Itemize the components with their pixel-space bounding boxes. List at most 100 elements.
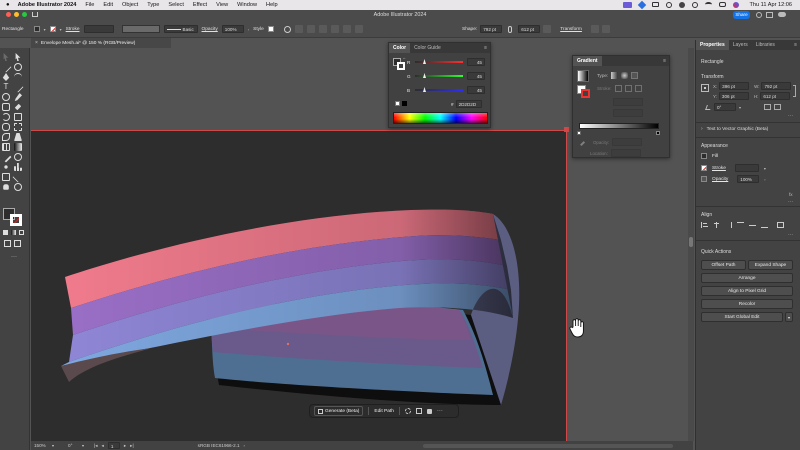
align-vcenter-icon[interactable] — [749, 222, 756, 228]
curvature-tool-icon[interactable] — [14, 73, 22, 81]
gradient-preview[interactable] — [577, 70, 589, 82]
wifi-icon[interactable] — [705, 2, 713, 7]
direct-selection-tool-icon[interactable] — [15, 53, 21, 61]
freeform-gradient-icon[interactable] — [631, 72, 639, 79]
panel-menu-icon[interactable]: ≡ — [794, 42, 797, 48]
gradient-mode-icon[interactable] — [11, 230, 16, 235]
lasso-tool-icon[interactable] — [14, 63, 22, 71]
status-dropdown-icon[interactable]: › — [244, 443, 245, 448]
color-mode-icon[interactable] — [3, 230, 8, 235]
horizontal-scrollbar[interactable] — [423, 443, 673, 448]
ribbon-artwork[interactable] — [31, 130, 567, 441]
angle-field[interactable]: 0° — [714, 103, 736, 111]
gradient-stop-white[interactable] — [577, 131, 581, 135]
global-edit-options-button[interactable]: ▾ — [785, 312, 793, 322]
stroke-dropdown-icon[interactable]: ▾ — [60, 27, 62, 32]
tab-libraries[interactable]: Libraries — [752, 40, 779, 50]
user-icon[interactable] — [679, 2, 686, 8]
h-field[interactable]: 612 pt — [760, 92, 791, 100]
free-transform-tool-icon[interactable] — [14, 123, 22, 131]
align-top-edges-icon[interactable] — [737, 222, 744, 228]
panel-toggle-icon[interactable] — [766, 12, 773, 18]
zoom-tool-icon[interactable] — [14, 183, 22, 191]
gradient-opacity-field[interactable] — [612, 138, 643, 146]
blend-tool-icon[interactable] — [14, 153, 22, 161]
cloud-icon[interactable] — [778, 12, 786, 17]
artboard-number[interactable]: 1 — [107, 442, 120, 449]
variable-width-field[interactable] — [121, 25, 160, 33]
panel-menu-icon[interactable]: ≡ — [484, 45, 487, 51]
hand-tool-icon[interactable] — [3, 184, 9, 190]
first-artboard-icon[interactable]: |◂ — [94, 443, 98, 449]
rotate-tool-icon[interactable] — [2, 113, 10, 121]
more-options-icon[interactable]: ··· — [788, 232, 793, 238]
align-hcenter-icon[interactable] — [713, 222, 720, 228]
radial-gradient-icon[interactable] — [621, 72, 629, 79]
dropbox-icon[interactable] — [638, 0, 647, 10]
eyedropper-icon[interactable] — [577, 138, 586, 146]
lock-icon[interactable] — [426, 408, 432, 414]
black-swatch[interactable] — [402, 101, 407, 106]
reference-point-icon[interactable] — [701, 84, 709, 92]
stroke-within-icon[interactable] — [614, 85, 622, 92]
align-left-icon[interactable] — [294, 25, 303, 33]
selection-tool-icon[interactable] — [3, 53, 9, 61]
draw-mode-icon[interactable] — [4, 240, 11, 247]
swap-colors-icon[interactable]: ↔ — [402, 55, 406, 60]
menu-help[interactable]: Help — [266, 2, 278, 8]
fill-swatch[interactable] — [33, 26, 40, 32]
transform-link[interactable]: Transform — [560, 27, 582, 32]
zoom-level[interactable]: 150% — [34, 443, 48, 448]
appearance-opacity-label[interactable]: Opacity — [712, 177, 728, 182]
expand-shape-button[interactable]: Expand Shape — [748, 260, 793, 270]
align-to-pixel-grid-button[interactable]: Align to Pixel Grid — [701, 286, 793, 296]
zoom-dropdown-icon[interactable]: ▾ — [52, 443, 54, 448]
eraser-tool-icon[interactable] — [14, 103, 22, 111]
isolate-icon[interactable] — [601, 25, 610, 33]
tab-color-guide[interactable]: Color Guide — [410, 43, 445, 53]
appearance-stroke-label[interactable]: Stroke — [712, 166, 726, 171]
menu-effect[interactable]: Effect — [193, 2, 207, 8]
appearance-opacity-field[interactable]: 100% — [737, 175, 760, 183]
align-right-icon[interactable] — [318, 25, 327, 33]
menu-object[interactable]: Object — [122, 2, 138, 8]
menu-window[interactable]: Window — [237, 2, 257, 8]
more-options-icon[interactable]: ··· — [788, 113, 793, 119]
menu-select[interactable]: Select — [168, 2, 184, 8]
start-global-edit-button[interactable]: Start Global Edit — [701, 312, 783, 322]
y-field[interactable]: 306 pt — [718, 92, 749, 100]
recolor-button[interactable]: Recolor — [701, 299, 793, 309]
transform-options-icon[interactable] — [590, 25, 599, 33]
fill-dropdown-icon[interactable]: ▾ — [44, 27, 46, 32]
recolor-icon[interactable] — [283, 25, 291, 33]
symbol-sprayer-tool-icon[interactable] — [2, 163, 10, 171]
gradient-location-field[interactable] — [610, 149, 641, 157]
gradient-slider[interactable] — [579, 123, 659, 129]
mesh-tool-icon[interactable] — [2, 143, 10, 151]
more-options-icon[interactable]: ··· — [788, 199, 793, 205]
slice-tool-icon[interactable] — [12, 171, 24, 183]
share-button[interactable]: Share — [733, 11, 750, 19]
align-left-edges-icon[interactable] — [701, 222, 708, 228]
stroke-label[interactable]: Stroke — [66, 27, 80, 32]
generate-button[interactable]: Generate (Beta) — [314, 406, 364, 416]
warp-tool-icon[interactable] — [2, 123, 10, 131]
appearance-stroke-swatch[interactable] — [701, 165, 707, 171]
gradient-tool-icon[interactable] — [14, 143, 22, 151]
gradient-stroke-proxy[interactable] — [581, 89, 590, 98]
style-swatch[interactable] — [267, 26, 274, 32]
align-bottom-edges-icon[interactable] — [761, 222, 768, 228]
channel-r-value[interactable]: 45 — [467, 58, 485, 66]
opacity-dropdown-icon[interactable]: › — [764, 177, 765, 182]
edit-toolbar-icon[interactable]: ··· — [11, 254, 17, 260]
rotation-dropdown-icon[interactable]: ▾ — [82, 443, 84, 448]
apple-icon[interactable]: ● — [6, 2, 10, 8]
paintbrush-tool-icon[interactable] — [14, 93, 22, 101]
appearance-fill-swatch[interactable] — [701, 153, 707, 159]
menu-view[interactable]: View — [216, 2, 228, 8]
next-artboard-icon[interactable]: ▸ — [124, 443, 126, 449]
control-center-icon[interactable] — [719, 2, 727, 7]
flip-vertical-icon[interactable] — [774, 104, 782, 110]
last-artboard-icon[interactable]: ▸| — [130, 443, 134, 449]
x-field[interactable]: 396 pt — [719, 82, 750, 90]
